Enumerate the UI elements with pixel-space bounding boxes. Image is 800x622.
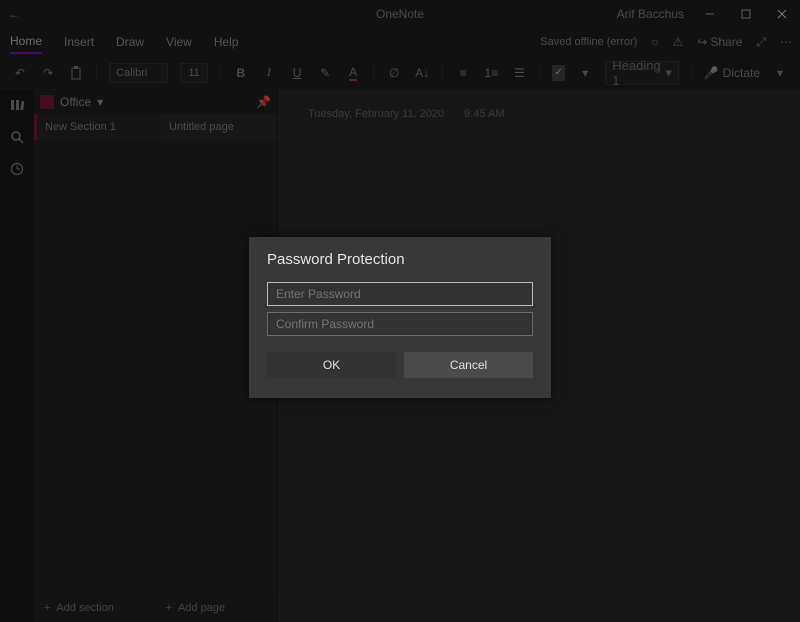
ok-button[interactable]: OK	[267, 352, 396, 378]
password-dialog: Password Protection OK Cancel	[249, 237, 551, 398]
cancel-button[interactable]: Cancel	[404, 352, 533, 378]
enter-password-input[interactable]	[267, 282, 533, 306]
dialog-title: Password Protection	[267, 251, 533, 268]
confirm-password-input[interactable]	[267, 312, 533, 336]
